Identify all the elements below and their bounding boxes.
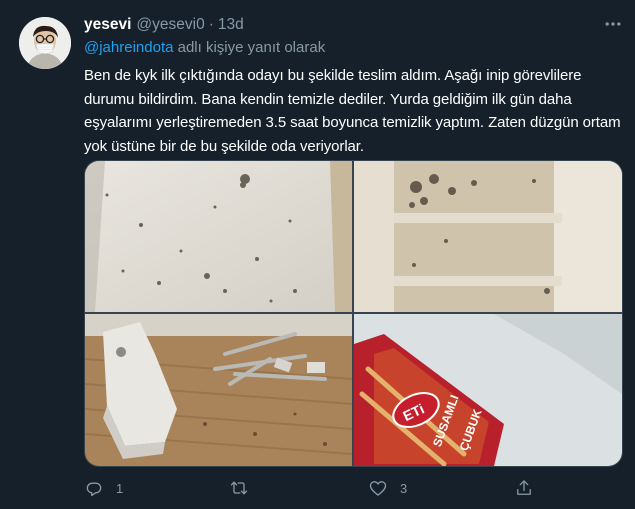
tweet-header: yesevi @yesevi0 · 13d: [84, 14, 624, 36]
tweet-actions: 1 3: [84, 478, 614, 502]
photo-dirty-shelves[interactable]: [354, 161, 622, 312]
media-grid: ETi SUSAMLI ÇUBUK: [84, 160, 623, 467]
retweet-icon: [230, 481, 248, 495]
photo-dirty-desk[interactable]: [85, 314, 352, 466]
reply-context-label: adlı kişiye yanıt olarak: [173, 39, 326, 56]
tweet[interactable]: yesevi @yesevi0 · 13d @jahreindota adlı …: [0, 0, 635, 509]
photo-stained-wall[interactable]: [85, 161, 352, 312]
avatar[interactable]: [19, 17, 71, 69]
tweet-time[interactable]: 13d: [218, 16, 244, 34]
tweet-content: yesevi @yesevi0 · 13d @jahreindota adlı …: [84, 14, 624, 158]
share-button[interactable]: [514, 478, 546, 498]
reply-button[interactable]: 1: [84, 478, 123, 498]
reply-icon: [86, 482, 102, 497]
reply-count: 1: [116, 480, 124, 496]
photo-snack-package[interactable]: ETi SUSAMLI ÇUBUK: [354, 314, 622, 466]
like-count: 3: [400, 480, 408, 496]
more-icon[interactable]: [603, 14, 623, 34]
retweet-button[interactable]: [229, 478, 261, 498]
separator-dot: ·: [208, 16, 214, 33]
display-name[interactable]: yesevi: [84, 16, 131, 34]
user-handle[interactable]: @yesevi0: [136, 16, 204, 34]
avatar-image: [19, 17, 71, 69]
like-button[interactable]: 3: [368, 478, 407, 498]
reply-context: @jahreindota adlı kişiye yanıt olarak: [84, 39, 624, 60]
tweet-text: Ben de kyk ilk çıktığında odayı bu şekil…: [84, 67, 621, 155]
heart-icon: [369, 481, 387, 496]
share-icon: [517, 480, 531, 495]
reply-mention-link[interactable]: @jahreindota: [84, 39, 173, 56]
